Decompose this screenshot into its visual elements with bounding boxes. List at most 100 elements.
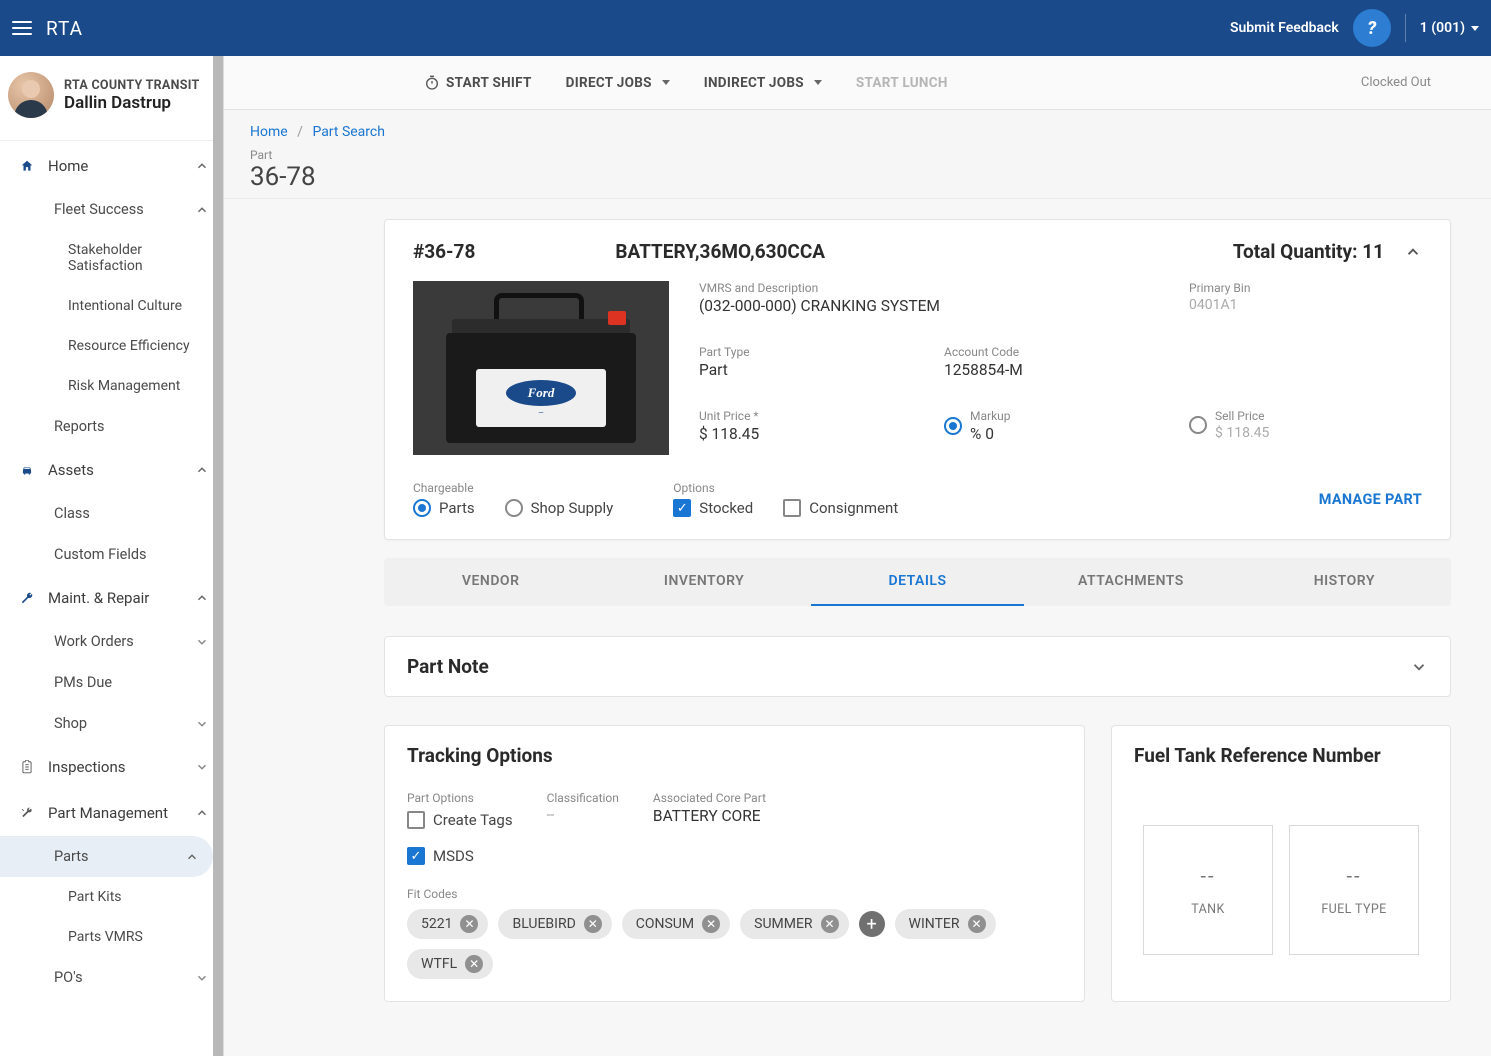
topbar: RTA Submit Feedback ? 1 (001)	[0, 0, 1491, 56]
create-tags-checkbox[interactable]: Create Tags	[407, 811, 513, 829]
chargeable-parts-radio[interactable]: Parts	[413, 499, 475, 517]
indirect-jobs-button[interactable]: INDIRECT JOBS	[704, 75, 822, 91]
chip[interactable]: 5221✕	[407, 909, 488, 939]
fit-codes-chips: 5221✕ BLUEBIRD✕ CONSUM✕ SUMMER✕ + WINTER…	[407, 909, 1062, 979]
scrollbar[interactable]	[213, 56, 223, 1056]
home-icon	[16, 155, 38, 177]
sidebar-item-shop[interactable]: Shop	[0, 703, 223, 744]
direct-jobs-button[interactable]: DIRECT JOBS	[566, 75, 670, 91]
close-icon[interactable]: ✕	[460, 915, 478, 933]
label: Home	[48, 157, 195, 175]
classification-label: Classification	[547, 791, 619, 805]
user-menu[interactable]: 1 (001)	[1420, 20, 1479, 36]
collapse-button[interactable]	[1404, 243, 1422, 261]
markup-radio[interactable]: Markup % 0	[944, 409, 1177, 443]
msds-checkbox[interactable]: ✓ MSDS	[407, 847, 513, 865]
sidebar-item-resource[interactable]: Resource Efficiency	[0, 326, 223, 366]
total-quantity: Total Quantity: 11	[1233, 240, 1384, 263]
close-icon[interactable]: ✕	[584, 915, 602, 933]
tab-vendor[interactable]: VENDOR	[384, 558, 597, 606]
label: PMs Due	[54, 674, 209, 691]
sell-price-radio[interactable]: Sell Price $ 118.45	[1189, 409, 1422, 441]
chargeable-shop-radio[interactable]: Shop Supply	[505, 499, 614, 517]
chip[interactable]: SUMMER✕	[740, 909, 848, 939]
start-shift-button[interactable]: START SHIFT	[424, 75, 532, 91]
submit-feedback-link[interactable]: Submit Feedback	[1230, 20, 1339, 36]
consignment-checkbox[interactable]: Consignment	[783, 499, 898, 517]
breadcrumb-part-search[interactable]: Part Search	[312, 124, 385, 140]
sidebar-item-part-kits[interactable]: Part Kits	[0, 877, 223, 917]
label: Reports	[54, 418, 209, 435]
label: Stakeholder Satisfaction	[68, 242, 209, 274]
label: Parts VMRS	[68, 929, 209, 945]
sidebar-item-pos[interactable]: PO's	[0, 957, 223, 998]
sidebar-item-part-management[interactable]: Part Management	[0, 790, 223, 836]
chevron-down-icon	[195, 635, 209, 649]
chip[interactable]: BLUEBIRD✕	[498, 909, 611, 939]
part-summary-card: #36-78 BATTERY,36MO,630CCA Total Quantit…	[384, 219, 1451, 540]
sidebar-item-fleet-success[interactable]: Fleet Success	[0, 189, 223, 230]
part-note-header[interactable]: Part Note	[385, 637, 1450, 696]
chip[interactable]: WTFL ✕	[407, 949, 493, 979]
stocked-checkbox[interactable]: ✓ Stocked	[673, 499, 753, 517]
add-chip-button[interactable]: +	[859, 911, 885, 937]
sidebar-item-reports[interactable]: Reports	[0, 406, 223, 447]
start-lunch-button[interactable]: START LUNCH	[856, 75, 948, 91]
manage-part-button[interactable]: MANAGE PART	[1319, 491, 1422, 508]
primary-bin-label: Primary Bin	[1189, 281, 1422, 295]
sidebar-item-parts[interactable]: Parts	[0, 836, 213, 877]
sidebar-item-risk[interactable]: Risk Management	[0, 366, 223, 406]
tab-inventory[interactable]: INVENTORY	[597, 558, 810, 606]
chip[interactable]: CONSUM✕	[622, 909, 730, 939]
radio-icon	[944, 417, 962, 435]
part-options-label: Part Options	[407, 791, 513, 805]
sidebar-item-work-orders[interactable]: Work Orders	[0, 621, 223, 662]
tab-history[interactable]: HISTORY	[1238, 558, 1451, 606]
fuel-type-box[interactable]: -- FUEL TYPE	[1289, 825, 1419, 955]
chip-label: WTFL	[421, 956, 457, 972]
assoc-core-label: Associated Core Part	[653, 791, 766, 805]
close-icon[interactable]: ✕	[968, 915, 986, 933]
avatar	[8, 72, 54, 118]
close-icon[interactable]: ✕	[702, 915, 720, 933]
label: DIRECT JOBS	[566, 75, 652, 91]
sidebar-item-maint[interactable]: Maint. & Repair	[0, 575, 223, 621]
sidebar-item-parts-vmrs[interactable]: Parts VMRS	[0, 917, 223, 957]
chevron-up-icon	[185, 850, 199, 864]
label: Maint. & Repair	[48, 589, 195, 607]
sidebar-item-inspections[interactable]: Inspections	[0, 744, 223, 790]
sidebar-item-pms-due[interactable]: PMs Due	[0, 662, 223, 703]
sidebar-item-assets[interactable]: Assets	[0, 447, 223, 493]
options-label: Options	[673, 481, 898, 495]
label: Inspections	[48, 758, 195, 776]
chevron-down-icon	[662, 80, 670, 85]
sidebar-item-class[interactable]: Class	[0, 493, 223, 534]
label: TANK	[1191, 902, 1225, 917]
chip[interactable]: WINTER✕	[895, 909, 996, 939]
menu-icon[interactable]	[12, 21, 32, 35]
sidebar-item-intentional[interactable]: Intentional Culture	[0, 286, 223, 326]
unit-price-value: $ 118.45	[699, 425, 932, 443]
close-icon[interactable]: ✕	[821, 915, 839, 933]
help-icon[interactable]: ?	[1353, 9, 1391, 47]
close-icon[interactable]: ✕	[465, 955, 483, 973]
sidebar-item-stakeholder[interactable]: Stakeholder Satisfaction	[0, 230, 223, 286]
chevron-down-icon	[1471, 26, 1479, 31]
part-type-value: Part	[699, 361, 932, 379]
assoc-core-value: BATTERY CORE	[653, 807, 766, 825]
profile[interactable]: RTA COUNTY TRANSIT Dallin Dastrup	[0, 56, 223, 138]
tab-details[interactable]: DETAILS	[811, 558, 1024, 606]
fuel-tank-box[interactable]: -- TANK	[1143, 825, 1273, 955]
account-code-value: 1258854-M	[944, 361, 1422, 379]
title: Tracking Options	[407, 744, 553, 767]
title: Fuel Tank Reference Number	[1134, 744, 1381, 767]
markup-value: % 0	[970, 425, 1011, 443]
breadcrumb-home[interactable]: Home	[250, 124, 288, 140]
sidebar-item-custom-fields[interactable]: Custom Fields	[0, 534, 223, 575]
qty-value: 11	[1362, 240, 1384, 263]
chargeable-label: Chargeable	[413, 481, 613, 495]
clock-status: Clocked Out	[1361, 75, 1431, 90]
checkbox-icon	[407, 811, 425, 829]
sidebar-item-home[interactable]: Home	[0, 143, 223, 189]
tab-attachments[interactable]: ATTACHMENTS	[1024, 558, 1237, 606]
